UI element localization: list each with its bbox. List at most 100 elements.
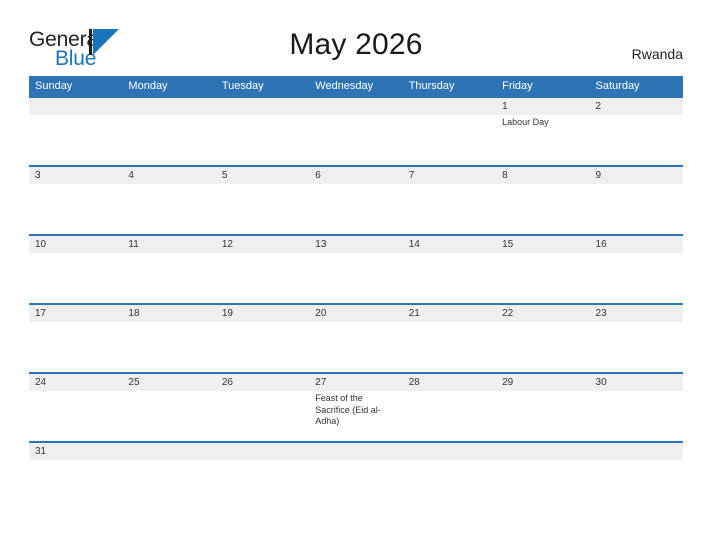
day-header-wednesday: Wednesday <box>315 80 374 92</box>
day-header-sunday: Sunday <box>35 80 73 92</box>
day-event-text <box>29 184 122 234</box>
date-number[interactable] <box>216 98 309 115</box>
date-number[interactable] <box>590 443 683 460</box>
day-event-text <box>309 322 402 372</box>
date-number[interactable] <box>403 98 496 115</box>
day-event-text <box>29 322 122 372</box>
date-number[interactable]: 5 <box>216 167 309 184</box>
date-number[interactable]: 19 <box>216 305 309 322</box>
day-event-text <box>216 322 309 372</box>
day-event-text <box>29 253 122 303</box>
calendar-page: General Blue May 2026 Rwanda Sunday Mond… <box>0 0 712 550</box>
day-event-text <box>122 253 215 303</box>
day-event-text <box>590 253 683 303</box>
country-label: Rwanda <box>631 46 683 62</box>
date-number[interactable]: 3 <box>29 167 122 184</box>
calendar-week-row: 3 4 5 6 7 8 9 <box>29 165 683 234</box>
date-number[interactable]: 20 <box>309 305 402 322</box>
date-number[interactable]: 18 <box>122 305 215 322</box>
day-event-text: Labour Day <box>502 117 549 127</box>
day-event-text <box>590 391 683 441</box>
week-event-strip: Labour Day <box>29 115 683 165</box>
day-event-text <box>496 253 589 303</box>
week-date-strip: 24 25 26 27 28 29 30 <box>29 374 683 391</box>
date-number[interactable]: 15 <box>496 236 589 253</box>
date-number[interactable]: 11 <box>122 236 215 253</box>
day-header-tuesday: Tuesday <box>221 80 264 92</box>
date-number[interactable] <box>496 443 589 460</box>
week-event-strip <box>29 322 683 372</box>
day-event-text <box>403 391 496 441</box>
date-number[interactable]: 21 <box>403 305 496 322</box>
week-event-strip <box>29 253 683 303</box>
day-event-text <box>590 115 683 165</box>
day-header-saturday: Saturday <box>595 80 640 92</box>
date-number[interactable] <box>403 443 496 460</box>
day-event-text <box>309 253 402 303</box>
day-header-friday: Friday <box>502 80 533 92</box>
day-event-text <box>216 253 309 303</box>
day-of-week-header-row: Sunday Monday Tuesday Wednesday Thursday… <box>29 76 683 96</box>
date-number[interactable] <box>122 443 215 460</box>
date-number[interactable]: 12 <box>216 236 309 253</box>
date-number[interactable]: 22 <box>496 305 589 322</box>
day-event-text <box>216 184 309 234</box>
date-number[interactable]: 16 <box>590 236 683 253</box>
date-number[interactable]: 24 <box>29 374 122 391</box>
day-header-monday: Monday <box>128 80 168 92</box>
day-event-text <box>403 322 496 372</box>
date-number[interactable]: 30 <box>590 374 683 391</box>
day-event-text <box>496 184 589 234</box>
day-event-text <box>122 184 215 234</box>
day-event-text <box>496 391 589 441</box>
week-date-strip: 31 <box>29 443 683 460</box>
date-number[interactable]: 10 <box>29 236 122 253</box>
day-event-text <box>590 184 683 234</box>
date-number[interactable]: 13 <box>309 236 402 253</box>
date-number[interactable]: 31 <box>29 443 122 460</box>
date-number[interactable] <box>29 98 122 115</box>
day-event-text <box>122 391 215 441</box>
day-event-text <box>403 184 496 234</box>
page-header: General Blue May 2026 Rwanda <box>0 0 712 76</box>
date-number[interactable]: 2 <box>590 98 683 115</box>
date-number[interactable]: 14 <box>403 236 496 253</box>
week-event-strip: Feast of the Sacrifice (Eid al-Adha) <box>29 391 683 441</box>
day-event-text <box>122 322 215 372</box>
calendar-week-row: 24 25 26 27 28 29 30 Feast of the Sacrif… <box>29 372 683 441</box>
day-event-text <box>590 322 683 372</box>
date-number[interactable]: 4 <box>122 167 215 184</box>
date-number[interactable]: 29 <box>496 374 589 391</box>
day-event-text <box>309 184 402 234</box>
day-event-text <box>496 322 589 372</box>
calendar-week-row: 31 <box>29 441 683 460</box>
day-event-text <box>122 115 215 165</box>
date-number[interactable]: 8 <box>496 167 589 184</box>
page-title: May 2026 <box>289 28 423 61</box>
date-number[interactable]: 9 <box>590 167 683 184</box>
date-number[interactable]: 27 <box>309 374 402 391</box>
day-event-text <box>309 115 402 165</box>
week-event-strip <box>29 184 683 234</box>
week-date-strip: 1 2 <box>29 98 683 115</box>
date-number[interactable]: 26 <box>216 374 309 391</box>
date-number[interactable] <box>122 98 215 115</box>
date-number[interactable]: 25 <box>122 374 215 391</box>
day-event-text: Feast of the Sacrifice (Eid al-Adha) <box>315 393 381 426</box>
day-event-text <box>403 253 496 303</box>
date-number[interactable]: 28 <box>403 374 496 391</box>
day-header-thursday: Thursday <box>408 80 455 92</box>
day-event-text <box>29 391 122 441</box>
date-number[interactable]: 7 <box>403 167 496 184</box>
calendar-week-row: 17 18 19 20 21 22 23 <box>29 303 683 372</box>
date-number[interactable]: 23 <box>590 305 683 322</box>
calendar-week-row: 1 2 Labour Day <box>29 96 683 165</box>
date-number[interactable]: 6 <box>309 167 402 184</box>
calendar-week-row: 10 11 12 13 14 15 16 <box>29 234 683 303</box>
date-number[interactable] <box>309 98 402 115</box>
date-number[interactable] <box>216 443 309 460</box>
week-date-strip: 3 4 5 6 7 8 9 <box>29 167 683 184</box>
date-number[interactable]: 1 <box>496 98 589 115</box>
date-number[interactable] <box>309 443 402 460</box>
date-number[interactable]: 17 <box>29 305 122 322</box>
